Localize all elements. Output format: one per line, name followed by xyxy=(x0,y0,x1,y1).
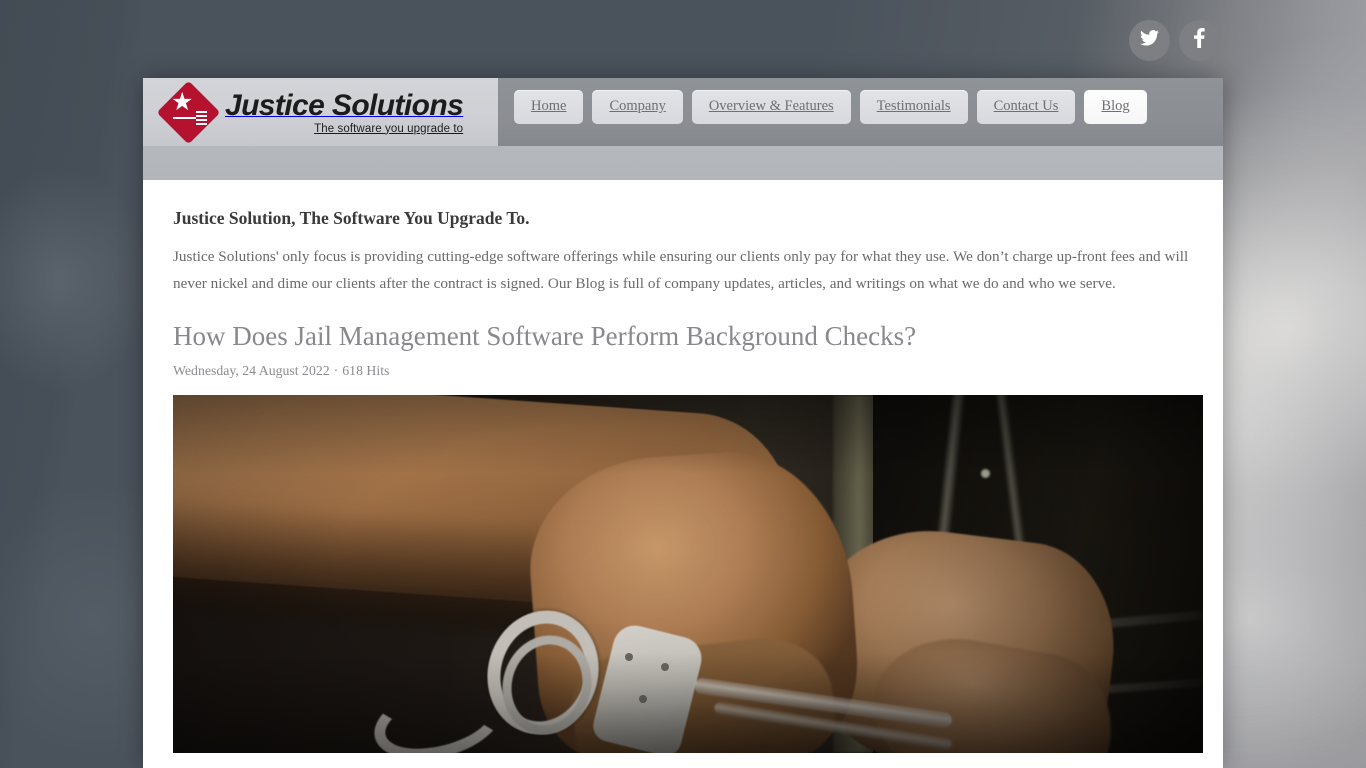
nav-item-company[interactable]: Company xyxy=(592,90,683,124)
meta-separator: · xyxy=(333,363,339,378)
logo-tagline: The software you upgrade to xyxy=(314,122,464,135)
justice-solutions-logo-icon: ★ xyxy=(156,80,221,145)
article-featured-image xyxy=(173,395,1203,753)
logo-wordmark: Justice Solutions xyxy=(225,88,464,122)
article-hits: 618 Hits xyxy=(342,363,390,378)
page-container: ★ Justice Solutions The software you upg… xyxy=(143,78,1223,768)
intro-title: Justice Solution, The Software You Upgra… xyxy=(173,208,530,228)
nav-item-contact-us[interactable]: Contact Us xyxy=(976,90,1076,124)
facebook-link[interactable] xyxy=(1179,20,1220,61)
article-title[interactable]: How Does Jail Management Software Perfor… xyxy=(173,319,1193,353)
nav-item-blog[interactable]: Blog xyxy=(1084,90,1147,124)
nav-item-overview-features[interactable]: Overview & Features xyxy=(691,90,851,124)
site-header: ★ Justice Solutions The software you upg… xyxy=(143,78,1223,146)
twitter-link[interactable] xyxy=(1129,20,1170,61)
article-date: Wednesday, 24 August 2022 xyxy=(173,363,330,378)
header-sub-strip xyxy=(143,146,1223,180)
social-links xyxy=(1129,20,1220,61)
main-navigation: Home Company Overview & Features Testimo… xyxy=(498,78,1223,146)
site-logo[interactable]: ★ Justice Solutions The software you upg… xyxy=(143,78,464,146)
article-meta: Wednesday, 24 August 2022 · 618 Hits xyxy=(173,362,1193,380)
facebook-icon xyxy=(1194,28,1205,53)
nav-item-home[interactable]: Home xyxy=(514,90,584,124)
twitter-icon xyxy=(1140,30,1159,51)
main-content: Justice Solution, The Software You Upgra… xyxy=(143,180,1223,768)
nav-item-testimonials[interactable]: Testimonials xyxy=(859,90,968,124)
intro-paragraph: Justice Solutions' only focus is providi… xyxy=(173,248,1189,292)
